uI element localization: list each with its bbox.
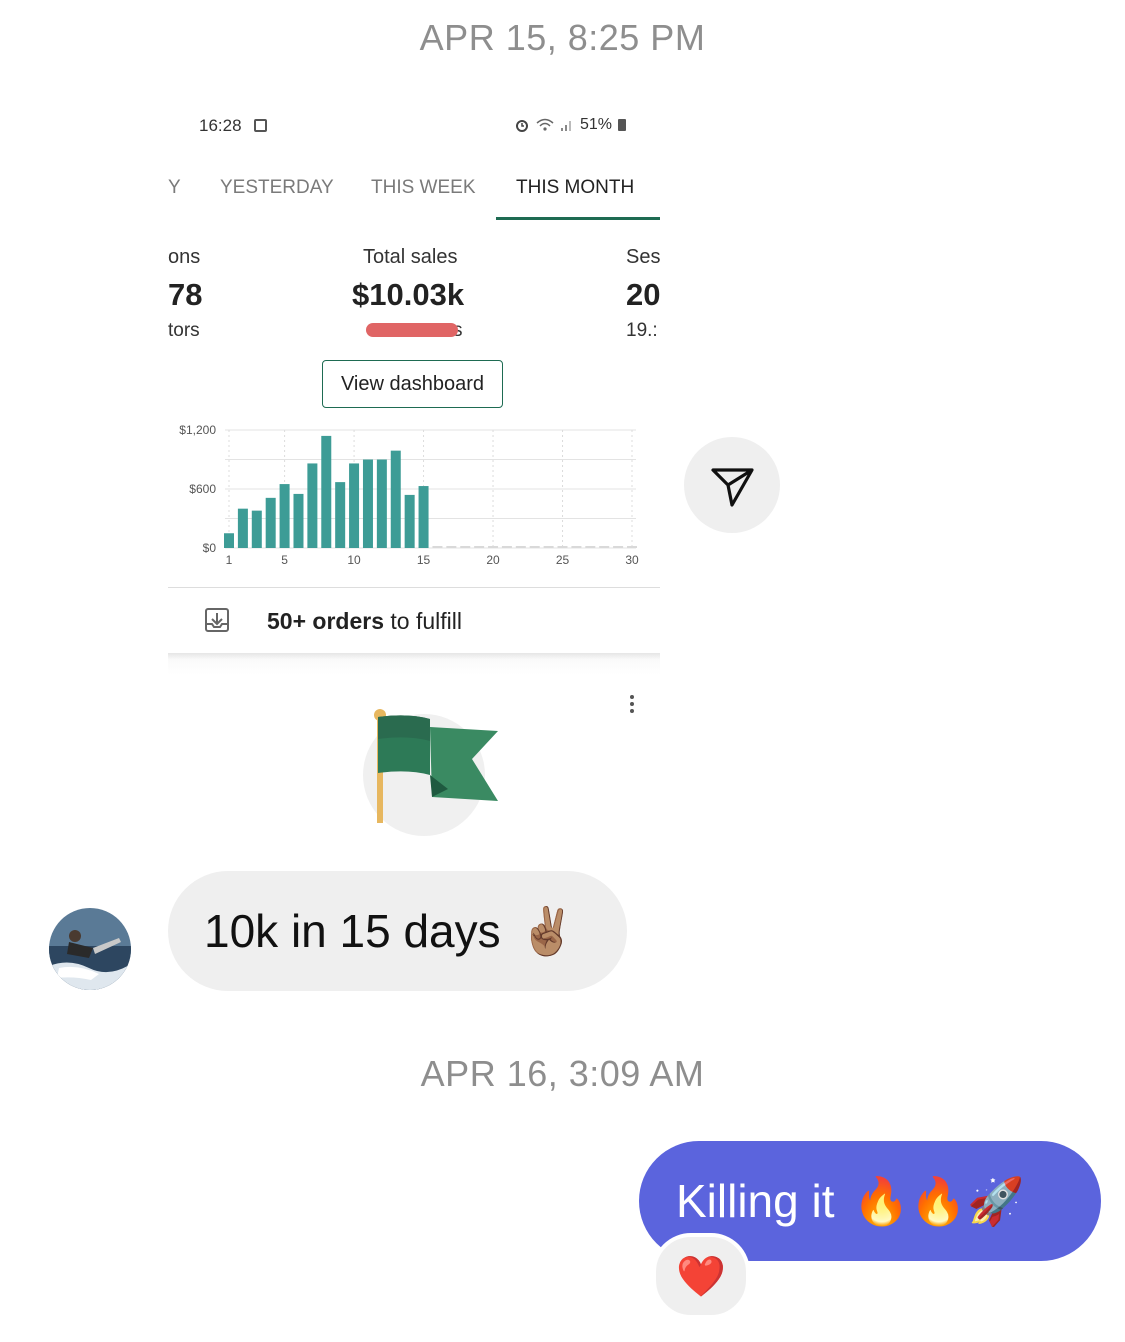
bar-empty <box>543 546 554 548</box>
avatar-photo <box>49 908 131 990</box>
status-time: 16:28 <box>199 116 242 135</box>
x-tick-label: 25 <box>556 553 570 567</box>
tab-this-week[interactable]: THIS WEEK <box>371 177 476 199</box>
download-box-icon <box>205 608 229 632</box>
outgoing-message-text: Killing it <box>676 1175 835 1227</box>
record-icon <box>254 119 267 132</box>
share-button[interactable] <box>684 437 780 533</box>
y-tick-label: $1,200 <box>179 423 216 437</box>
bar-empty <box>599 546 610 548</box>
bar-empty <box>460 546 471 548</box>
stat-sessions-value: 20 <box>626 277 660 312</box>
bar <box>376 459 387 548</box>
peace-hand-emoji: ✌🏽 <box>518 903 576 958</box>
bar-empty <box>529 546 540 548</box>
card-shadow <box>168 653 660 675</box>
more-options-icon[interactable] <box>630 695 634 713</box>
heart-reaction[interactable]: ❤️ <box>652 1233 750 1319</box>
divider <box>168 587 660 588</box>
bar <box>362 459 373 548</box>
x-tick-label: 1 <box>226 553 233 567</box>
timestamp-second: APR 16, 3:09 AM <box>420 1053 705 1094</box>
bar-empty <box>488 546 499 548</box>
avatar[interactable] <box>49 908 131 990</box>
signal-icon <box>561 121 571 131</box>
y-tick-label: $600 <box>189 482 216 496</box>
bar <box>224 533 234 548</box>
view-dashboard-button[interactable]: View dashboard <box>322 360 503 408</box>
wifi-icon <box>536 118 554 131</box>
paper-plane-icon <box>711 468 754 507</box>
battery-icon <box>618 119 627 131</box>
x-tick-label: 20 <box>486 553 500 567</box>
orders-count: 50+ orders <box>267 608 384 634</box>
bar <box>251 510 262 548</box>
bar-empty <box>585 546 596 548</box>
stat-sessions-label: Ses <box>626 246 660 268</box>
incoming-message-text: 10k in 15 days <box>204 905 501 957</box>
bar <box>418 486 429 548</box>
bar <box>404 494 415 548</box>
x-tick-label: 15 <box>417 553 431 567</box>
bar <box>335 482 346 548</box>
incoming-message-bubble[interactable]: 10k in 15 days ✌🏽 <box>168 871 627 991</box>
stat-orders-label: ons <box>168 246 201 268</box>
fire-rocket-emoji: 🔥🔥🚀 <box>852 1173 1025 1228</box>
x-tick-label: 30 <box>625 553 639 567</box>
bar <box>265 497 276 548</box>
bar <box>237 508 248 548</box>
bar <box>321 435 332 548</box>
active-tab-indicator <box>496 217 660 220</box>
bar-empty <box>501 546 512 548</box>
stat-orders-value: 78 <box>168 277 203 312</box>
heart-icon: ❤️ <box>676 1253 726 1300</box>
stat-orders-sub: tors <box>168 320 200 341</box>
shared-screenshot[interactable]: 16:28 51% Y YESTERDAY THIS WEEK THIS MON… <box>168 95 660 855</box>
redaction-mark <box>366 323 458 337</box>
bar <box>279 484 290 548</box>
bar-empty <box>613 546 624 548</box>
alarm-icon <box>516 120 528 132</box>
y-tick-label: $0 <box>203 541 217 555</box>
bar-empty <box>515 546 526 548</box>
bar-empty <box>557 546 568 548</box>
tab-yesterday[interactable]: YESTERDAY <box>220 177 334 199</box>
tab-this-month[interactable]: THIS MONTH <box>516 177 634 199</box>
bar <box>307 463 318 548</box>
bar-empty <box>446 546 457 548</box>
bar-empty <box>571 546 582 548</box>
bar-empty <box>627 546 637 548</box>
orders-to-fulfill[interactable]: 50+ orders to fulfill <box>267 608 462 635</box>
bar-empty <box>432 546 443 548</box>
stat-sales-label: Total sales <box>363 246 458 268</box>
status-icons: 51% <box>514 116 627 134</box>
flag-icon <box>374 709 498 823</box>
orders-rest: to fulfill <box>384 608 462 634</box>
bar <box>349 463 360 548</box>
sales-bar-chart: $1,200$600$01 5 10 15 20 25 30 <box>179 423 639 567</box>
stat-sessions-sub: 19.: <box>626 320 658 341</box>
x-tick-label: 10 <box>347 553 361 567</box>
stat-sales-value: $10.03k <box>352 277 465 312</box>
tab-today[interactable]: Y <box>168 177 181 199</box>
bar-empty <box>474 546 485 548</box>
timestamp-first: APR 15, 8:25 PM <box>419 17 706 58</box>
battery-text: 51% <box>580 116 613 133</box>
x-tick-label: 5 <box>281 553 288 567</box>
bar <box>390 450 401 548</box>
bar <box>293 493 304 548</box>
